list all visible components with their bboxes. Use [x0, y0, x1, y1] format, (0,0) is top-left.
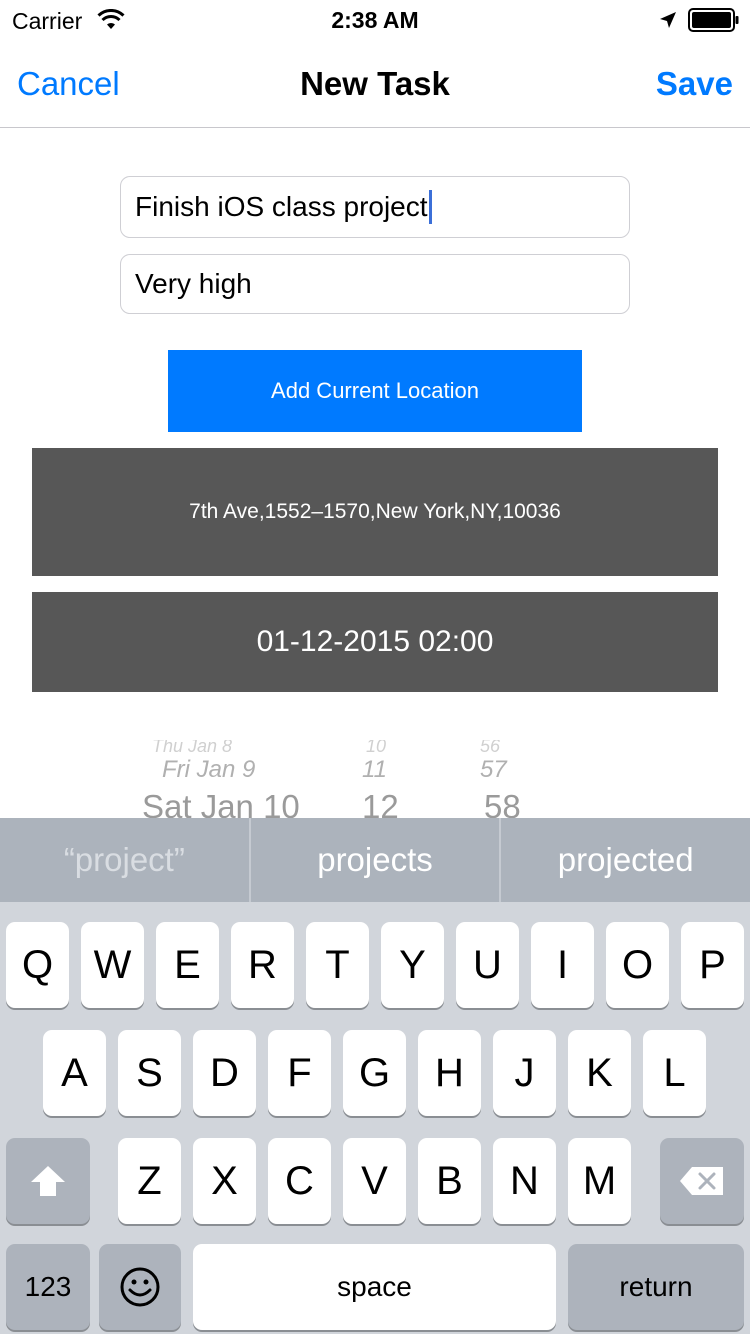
page-title: New Task — [300, 65, 450, 102]
key-g[interactable]: G — [343, 1030, 406, 1116]
picker-hour-near: 12 — [362, 788, 399, 818]
picker-day-mid: Fri Jan 9 — [162, 756, 256, 783]
add-current-location-button[interactable]: Add Current Location — [168, 350, 582, 432]
key-t[interactable]: T — [306, 922, 369, 1008]
emoji-face-icon — [120, 1267, 160, 1307]
datetime-display[interactable]: 01-12-2015 02:00 — [32, 592, 718, 692]
space-key-label: space — [337, 1271, 412, 1302]
key-u[interactable]: U — [456, 922, 519, 1008]
key-f[interactable]: F — [268, 1030, 331, 1116]
delete-key[interactable] — [660, 1138, 744, 1224]
suggestion-projects[interactable]: projects — [248, 818, 500, 902]
shift-arrow-icon — [31, 1166, 65, 1196]
key-y[interactable]: Y — [381, 922, 444, 1008]
add-location-label: Add Current Location — [271, 378, 479, 403]
location-arrow-icon — [660, 12, 676, 28]
key-h[interactable]: H — [418, 1030, 481, 1116]
key-x[interactable]: X — [193, 1138, 256, 1224]
suggestion-projected[interactable]: projected — [499, 818, 750, 902]
key-r[interactable]: R — [231, 922, 294, 1008]
backspace-icon — [680, 1167, 723, 1195]
task-name-value: Finish iOS class project — [135, 191, 428, 222]
key-b[interactable]: B — [418, 1138, 481, 1224]
battery-icon — [688, 8, 739, 32]
key-e[interactable]: E — [156, 922, 219, 1008]
key-p[interactable]: P — [681, 922, 744, 1008]
status-bar: Carrier 2:38 AM — [0, 0, 750, 40]
text-cursor — [428, 190, 432, 224]
key-n[interactable]: N — [493, 1138, 556, 1224]
priority-field[interactable]: Very high — [120, 254, 630, 314]
key-j[interactable]: J — [493, 1030, 556, 1116]
keyboard: Q W E R T Y U I O P A S D F G H J K L Z … — [0, 902, 750, 1334]
suggestion-original[interactable]: “project” — [0, 818, 249, 902]
status-time: 2:38 AM — [331, 7, 419, 33]
key-a[interactable]: A — [43, 1030, 106, 1116]
numbers-key-label: 123 — [24, 1271, 72, 1302]
space-key[interactable]: space — [193, 1244, 556, 1330]
key-v[interactable]: V — [343, 1138, 406, 1224]
key-k[interactable]: K — [568, 1030, 631, 1116]
task-name-field[interactable]: Finish iOS class project — [120, 176, 630, 238]
date-picker[interactable]: Thu Jan 8 10 56 Fri Jan 9 11 57 Sat Jan … — [0, 740, 750, 818]
key-o[interactable]: O — [606, 922, 669, 1008]
key-i[interactable]: I — [531, 922, 594, 1008]
shift-key[interactable] — [6, 1138, 90, 1224]
location-display[interactable]: 7th Ave,1552–1570,New York,NY,10036 — [32, 448, 718, 576]
return-key[interactable]: return — [568, 1244, 744, 1330]
picker-day-faint: Thu Jan 8 — [152, 740, 233, 756]
emoji-key[interactable] — [99, 1244, 181, 1330]
location-text: 7th Ave,1552–1570,New York,NY,10036 — [189, 500, 561, 523]
key-w[interactable]: W — [81, 922, 144, 1008]
key-l[interactable]: L — [643, 1030, 706, 1116]
key-d[interactable]: D — [193, 1030, 256, 1116]
picker-minute-mid: 57 — [480, 756, 507, 783]
picker-minute-near: 58 — [484, 788, 521, 818]
picker-day-near: Sat Jan 10 — [142, 788, 300, 818]
key-q[interactable]: Q — [6, 922, 69, 1008]
picker-hour-faint: 10 — [366, 740, 387, 756]
key-z[interactable]: Z — [118, 1138, 181, 1224]
predictive-bar: “project” projects projected — [0, 818, 750, 902]
priority-value: Very high — [135, 268, 252, 299]
picker-hour-mid: 11 — [362, 756, 387, 783]
key-s[interactable]: S — [118, 1030, 181, 1116]
numbers-key[interactable]: 123 — [6, 1244, 90, 1330]
navigation-bar: Cancel New Task Save — [0, 40, 750, 128]
save-button[interactable]: Save — [656, 65, 733, 103]
key-c[interactable]: C — [268, 1138, 331, 1224]
picker-minute-faint: 56 — [480, 740, 501, 756]
datetime-text: 01-12-2015 02:00 — [256, 625, 494, 658]
return-key-label: return — [619, 1271, 693, 1302]
key-m[interactable]: M — [568, 1138, 631, 1224]
